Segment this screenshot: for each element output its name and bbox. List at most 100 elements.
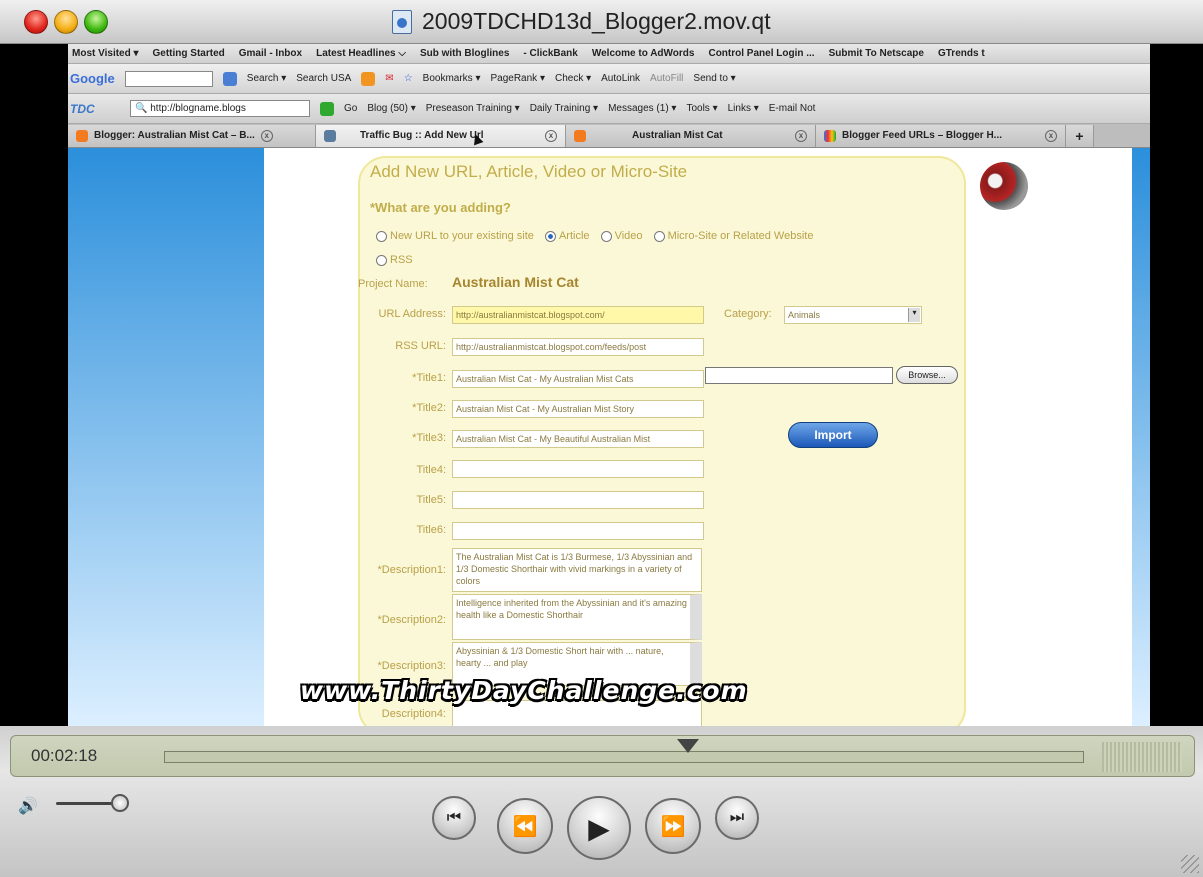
close-button[interactable] xyxy=(24,10,48,34)
google-toolbar-item[interactable]: Send to ▾ xyxy=(693,73,735,84)
google-search-input[interactable] xyxy=(124,70,213,87)
close-tab-icon[interactable]: x xyxy=(1045,129,1057,142)
tdc-toolbar-item[interactable]: Blog (50) ▾ xyxy=(367,103,415,114)
google-toolbar-item[interactable]: AutoLink xyxy=(601,73,640,84)
video-frame[interactable]: Most Visited ▾ Getting Started Gmail - I… xyxy=(0,44,1203,726)
go-arrow-icon[interactable] xyxy=(320,101,334,116)
window-resize-handle[interactable] xyxy=(1181,855,1199,873)
option-label: Video xyxy=(614,230,643,242)
tab-bar: Blogger: Australian Mist Cat – B... x Tr… xyxy=(68,124,1150,148)
rss-url-input[interactable]: http://australianmistcat.blogspot.com/fe… xyxy=(452,338,704,356)
rss-icon[interactable] xyxy=(361,71,376,86)
url-input[interactable]: 🔍 http://blogname.blogs xyxy=(130,100,310,117)
tdc-toolbar-item[interactable]: E-mail Not xyxy=(769,103,816,114)
go-to-start-button[interactable]: ⏮ xyxy=(432,796,476,840)
tdc-logo: TDC xyxy=(70,101,95,116)
bookmark-item[interactable]: Latest Headlines ⌵ xyxy=(316,48,406,59)
volume-speaker-icon[interactable]: 🔊 xyxy=(18,796,38,816)
bookmark-item[interactable]: GTrends t xyxy=(938,48,985,59)
tdc-toolbar-item[interactable]: Tools ▾ xyxy=(686,103,717,114)
browse-button[interactable]: Browse... xyxy=(896,366,958,384)
tdc-toolbar-item[interactable]: Links ▾ xyxy=(728,103,759,114)
chevron-down-icon: ▾ xyxy=(908,308,920,322)
tab-blogger-feeds[interactable]: Blogger Feed URLs – Blogger H... x xyxy=(816,124,1066,147)
play-button[interactable]: ▶ xyxy=(567,796,631,860)
quicktime-window: 2009TDCHD13d_Blogger2.mov.qt Most Visite… xyxy=(0,0,1203,877)
bookmark-item[interactable]: Gmail - Inbox xyxy=(239,48,302,59)
option-rss[interactable]: RSS xyxy=(376,254,413,266)
close-tab-icon[interactable]: x xyxy=(260,129,273,142)
tdc-toolbar-item[interactable]: Messages (1) ▾ xyxy=(608,103,676,114)
form-question: *What are you adding? xyxy=(370,200,511,215)
title-label: Title6: xyxy=(416,524,446,536)
google-logo: Google xyxy=(70,71,115,86)
title-input[interactable]: Australian Mist Cat - My Australian Mist… xyxy=(452,370,704,388)
file-input[interactable] xyxy=(705,367,893,384)
resize-grip xyxy=(1102,742,1182,772)
bookmark-item[interactable]: Getting Started xyxy=(153,48,225,59)
google-toolbar-item[interactable]: Bookmarks ▾ xyxy=(423,73,481,84)
fast-forward-button[interactable]: ⏩ xyxy=(645,798,701,854)
title-input[interactable]: Australian Mist Cat - My Beautiful Austr… xyxy=(452,430,704,448)
option-article[interactable]: Article xyxy=(544,230,590,242)
go-button[interactable]: Go xyxy=(344,103,357,114)
bookmark-item[interactable]: Sub with Bloglines xyxy=(420,48,509,59)
google-toolbar-item[interactable]: Search ▾ xyxy=(247,73,286,84)
title-bar[interactable]: 2009TDCHD13d_Blogger2.mov.qt xyxy=(0,0,1203,44)
option-label: Micro-Site or Related Website xyxy=(667,230,814,242)
google-toolbar-item[interactable]: Search USA xyxy=(296,73,351,84)
tdc-toolbar-item[interactable]: Preseason Training ▾ xyxy=(426,103,520,114)
playhead-icon[interactable] xyxy=(677,739,700,753)
title-input[interactable] xyxy=(452,522,704,540)
url-address-input[interactable]: http://australianmistcat.blogspot.com/ xyxy=(452,306,704,324)
close-tab-icon[interactable]: x xyxy=(795,129,807,142)
tab-traffic-bug[interactable]: Traffic Bug :: Add New Url x xyxy=(316,124,566,147)
rewind-button[interactable]: ⏪ xyxy=(497,798,553,854)
option-new-url[interactable]: New URL to your existing site xyxy=(376,230,534,242)
bookmark-item[interactable]: - ClickBank xyxy=(523,48,577,59)
new-tab-button[interactable]: + xyxy=(1066,124,1094,147)
google-toolbar-item[interactable]: Check ▾ xyxy=(555,73,591,84)
scrub-track[interactable] xyxy=(164,751,1084,763)
dropdown-arrow-icon[interactable] xyxy=(222,71,237,86)
volume-knob[interactable] xyxy=(111,794,130,812)
radio-new-url[interactable] xyxy=(376,230,387,242)
category-select[interactable]: Animals ▾ xyxy=(784,306,922,324)
tdc-toolbar: TDC 🔍 http://blogname.blogs Go Blog (50)… xyxy=(68,94,1150,124)
bookmark-item[interactable]: Most Visited ▾ xyxy=(72,48,139,59)
description-textarea[interactable]: The Australian Mist Cat is 1/3 Burmese, … xyxy=(452,548,702,592)
tab-australian-mist[interactable]: Australian Mist Cat x xyxy=(566,124,816,147)
radio-video[interactable] xyxy=(600,230,612,242)
option-video[interactable]: Video xyxy=(600,230,643,242)
bookmark-item[interactable]: Welcome to AdWords xyxy=(592,48,695,59)
skip-start-icon: ⏮ xyxy=(446,809,462,826)
close-tab-icon[interactable]: x xyxy=(545,129,557,142)
description-label: Description4: xyxy=(381,708,446,720)
minimize-button[interactable] xyxy=(54,10,78,34)
star-icon[interactable]: ☆ xyxy=(404,73,413,84)
import-button[interactable]: Import xyxy=(788,422,878,448)
description-textarea[interactable]: Intelligence inherited from the Abyssini… xyxy=(452,594,702,640)
gmail-icon[interactable]: ✉ xyxy=(385,73,393,84)
go-to-end-button[interactable]: ⏭ xyxy=(715,796,759,840)
url-address-label: URL Address: xyxy=(378,308,446,320)
bookmark-item[interactable]: Submit To Netscape xyxy=(829,48,924,59)
google-toolbar-item[interactable]: PageRank ▾ xyxy=(490,73,545,84)
watermark-text: www.ThirtyDayChallenge.com xyxy=(300,676,748,705)
title-input[interactable] xyxy=(452,491,704,509)
radio-micro-site[interactable] xyxy=(653,230,665,242)
bookmark-item[interactable]: Control Panel Login ... xyxy=(708,48,814,59)
tab-label: Australian Mist Cat xyxy=(632,130,723,141)
tab-blogger[interactable]: Blogger: Australian Mist Cat – B... x xyxy=(68,124,316,147)
option-micro-site[interactable]: Micro-Site or Related Website xyxy=(653,230,814,242)
google-toolbar-item[interactable]: AutoFill xyxy=(650,73,683,84)
category-value: Animals xyxy=(788,310,821,320)
tdc-toolbar-item[interactable]: Daily Training ▾ xyxy=(530,103,598,114)
tab-label: Traffic Bug :: Add New Url xyxy=(360,130,484,141)
radio-rss[interactable] xyxy=(376,254,387,266)
title-label: *Title1: xyxy=(412,372,446,384)
title-input[interactable] xyxy=(452,460,704,478)
title-input[interactable]: Austraian Mist Cat - My Australian Mist … xyxy=(452,400,704,418)
radio-article[interactable] xyxy=(544,230,556,242)
zoom-button[interactable] xyxy=(84,10,108,34)
